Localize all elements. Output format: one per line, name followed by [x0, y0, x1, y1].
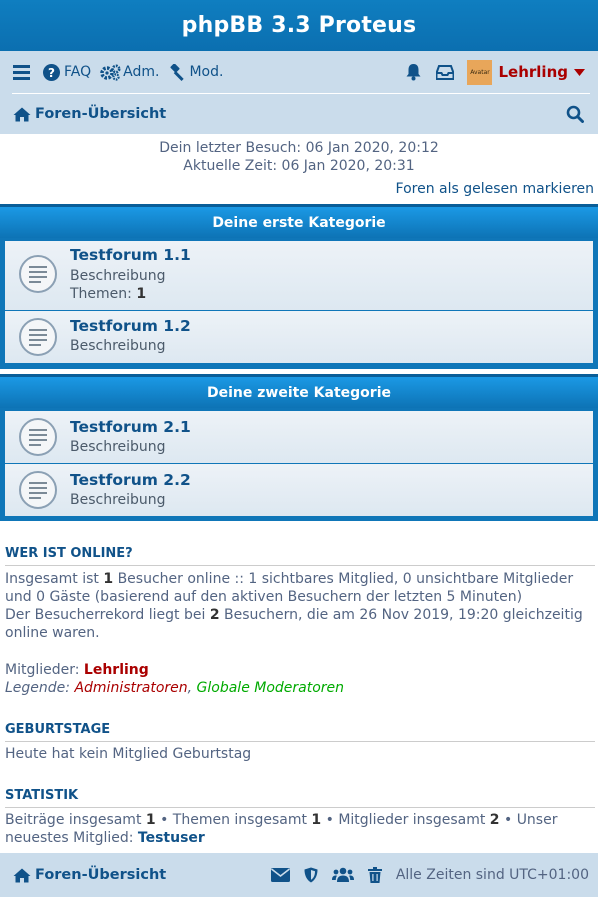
site-header: phpBB 3.3 Proteus — [0, 0, 598, 51]
search-button[interactable] — [566, 105, 584, 123]
forum-description: Beschreibung — [70, 439, 166, 455]
forum-description: Beschreibung — [70, 338, 166, 354]
envelope-icon — [270, 868, 290, 882]
moderator-label: Mod. — [189, 64, 224, 80]
timezone-info: Alle Zeiten sind UTC+01:00 — [395, 867, 589, 883]
online-summary: Insgesamt ist 1 Besucher online :: 1 sic… — [5, 570, 595, 642]
category-block: Deine erste Kategorie Testforum 1.1 Besc… — [0, 204, 598, 369]
navbar-top-row: ? FAQ Adm. Mod. Avatar Lehrling — [0, 51, 598, 93]
search-icon — [566, 105, 584, 123]
admin-label: Adm. — [123, 64, 160, 80]
caret-down-icon — [574, 68, 585, 76]
breadcrumb-label: Foren-Übersicht — [35, 106, 167, 122]
category-header[interactable]: Deine zweite Kategorie — [0, 377, 598, 408]
menu-icon[interactable] — [13, 64, 30, 80]
privacy-button[interactable] — [304, 867, 318, 883]
members-line: Mitglieder: Lehrling — [5, 661, 595, 679]
forum-title[interactable]: Testforum 2.2 — [70, 471, 191, 489]
bell-icon — [406, 64, 421, 81]
forum-description: Beschreibung — [70, 268, 166, 284]
category-title: Deine erste Kategorie — [212, 214, 386, 231]
delete-cookies-button[interactable] — [367, 867, 382, 883]
category-header[interactable]: Deine erste Kategorie — [0, 207, 598, 238]
site-title[interactable]: phpBB 3.3 Proteus — [182, 13, 417, 38]
legend-admins-link[interactable]: Administratoren — [74, 680, 187, 696]
footer-breadcrumb-label: Foren-Übersicht — [35, 867, 167, 883]
forum-read-icon — [19, 418, 57, 456]
moderator-link[interactable]: Mod. — [168, 63, 224, 81]
legend-gmods-link[interactable]: Globale Moderatoren — [197, 680, 345, 696]
statistics-heading: STATISTIK — [5, 788, 595, 808]
topics-label: Themen: — [70, 286, 132, 302]
forum-topics-count: Themen: 1 — [70, 286, 146, 302]
statistics-text: Beiträge insgesamt 1 • Themen insgesamt … — [5, 812, 558, 846]
footer-navbar: Foren-Übersicht Alle Zeiten sind UTC+01:… — [0, 853, 598, 897]
online-members: Mitglieder: Lehrling Legende: Administra… — [5, 661, 595, 697]
gavel-icon — [170, 63, 185, 81]
forum-description: Beschreibung — [70, 492, 166, 508]
contact-button[interactable] — [270, 868, 290, 882]
user-menu[interactable]: Avatar Lehrling — [467, 59, 585, 85]
member-link[interactable]: Lehrling — [84, 662, 149, 678]
forum-row[interactable]: Testforum 1.2 Beschreibung — [5, 311, 593, 363]
notifications-button[interactable] — [405, 63, 422, 81]
birthdays-heading: GEBURTSTAGE — [5, 722, 595, 742]
faq-link[interactable]: ? FAQ — [43, 63, 92, 81]
forum-title[interactable]: Testforum 1.2 — [70, 317, 191, 335]
users-icon — [331, 867, 354, 882]
birthdays-text: Heute hat kein Mitglied Geburtstag — [5, 746, 252, 762]
category-block: Deine zweite Kategorie Testforum 2.1 Bes… — [0, 374, 598, 521]
home-icon — [13, 107, 31, 121]
mark-forums-read-link[interactable]: Foren als gelesen markieren — [396, 181, 594, 197]
forum-title[interactable]: Testforum 1.1 — [70, 246, 191, 264]
user-name: Lehrling — [498, 63, 568, 81]
footer-breadcrumb[interactable]: Foren-Übersicht — [13, 867, 166, 883]
forum-row[interactable]: Testforum 2.1 Beschreibung — [5, 411, 593, 463]
navbar-breadcrumb-row: Foren-Übersicht — [0, 94, 598, 134]
question-circle-icon: ? — [43, 63, 60, 81]
newest-member-link[interactable]: Testuser — [138, 830, 205, 846]
private-messages-button[interactable] — [436, 64, 455, 80]
breadcrumb[interactable]: Foren-Übersicht — [13, 106, 166, 122]
who-is-online-heading[interactable]: WER IST ONLINE? — [5, 546, 595, 566]
shield-icon — [304, 867, 318, 883]
avatar: Avatar — [467, 59, 493, 85]
members-label: Mitglieder: — [5, 662, 84, 678]
forum-read-icon — [19, 471, 57, 509]
inbox-icon — [436, 64, 455, 80]
cogs-icon — [100, 63, 121, 81]
visit-info: Dein letzter Besuch: 06 Jan 2020, 20:12 … — [0, 139, 598, 175]
online-count-text: Insgesamt ist 1 Besucher online :: 1 sic… — [5, 571, 574, 605]
forum-row[interactable]: Testforum 1.1 Beschreibung Themen: 1 — [5, 241, 593, 310]
home-icon — [13, 868, 31, 882]
svg-text:?: ? — [48, 66, 55, 80]
current-time-text: Aktuelle Zeit: 06 Jan 2020, 20:31 — [183, 158, 415, 174]
forum-row[interactable]: Testforum 2.2 Beschreibung — [5, 464, 593, 516]
trash-icon — [367, 867, 382, 883]
forum-read-icon — [19, 255, 57, 293]
team-button[interactable] — [331, 867, 354, 883]
legend-label: Legende: — [5, 680, 75, 696]
category-title: Deine zweite Kategorie — [206, 384, 391, 401]
legend-line: Legende: Administratoren, Globale Modera… — [5, 680, 345, 696]
forum-title[interactable]: Testforum 2.1 — [70, 418, 191, 436]
topics-value: 1 — [136, 286, 147, 302]
navbar: ? FAQ Adm. Mod. Avatar Lehrling Foren-Üb… — [0, 51, 598, 134]
forum-read-icon — [19, 318, 57, 356]
last-visit-text: Dein letzter Besuch: 06 Jan 2020, 20:12 — [159, 140, 439, 156]
online-record-text: Der Besucherrekord liegt bei 2 Besuchern… — [5, 607, 583, 641]
admin-link[interactable]: Adm. — [100, 63, 160, 81]
faq-label: FAQ — [64, 64, 92, 80]
